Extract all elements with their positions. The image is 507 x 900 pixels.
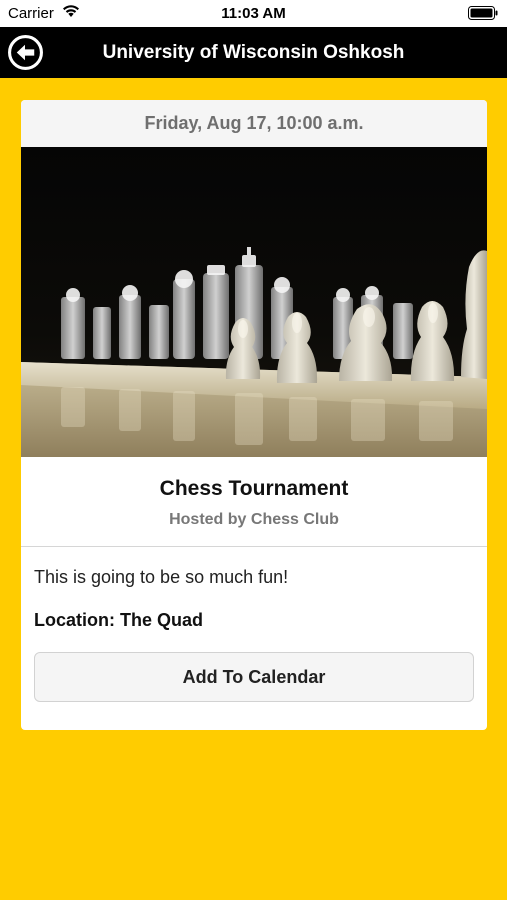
chess-pieces-photo: [21, 147, 487, 457]
event-location: Location: The Quad: [34, 610, 203, 630]
event-title: Chess Tournament: [159, 477, 349, 500]
back-arrow-icon[interactable]: [7, 34, 44, 71]
event-description: This is going to be so much fun!: [34, 567, 289, 587]
battery-icon: [468, 6, 498, 20]
divider: [21, 546, 487, 547]
nav-bar: University of Wisconsin Oshkosh: [0, 27, 507, 78]
nav-title: University of Wisconsin Oshkosh: [102, 42, 405, 63]
add-to-calendar-button[interactable]: Add To Calendar: [34, 652, 474, 702]
status-bar: Carrier 11:03 AM: [0, 0, 507, 27]
status-time: 11:03 AM: [221, 5, 286, 22]
event-card: Friday, Aug 17, 10:00 a.m. Chess Tournam…: [21, 100, 487, 730]
event-host: Hosted by Chess Club: [169, 511, 339, 528]
event-date: Friday, Aug 17, 10:00 a.m.: [21, 100, 487, 147]
